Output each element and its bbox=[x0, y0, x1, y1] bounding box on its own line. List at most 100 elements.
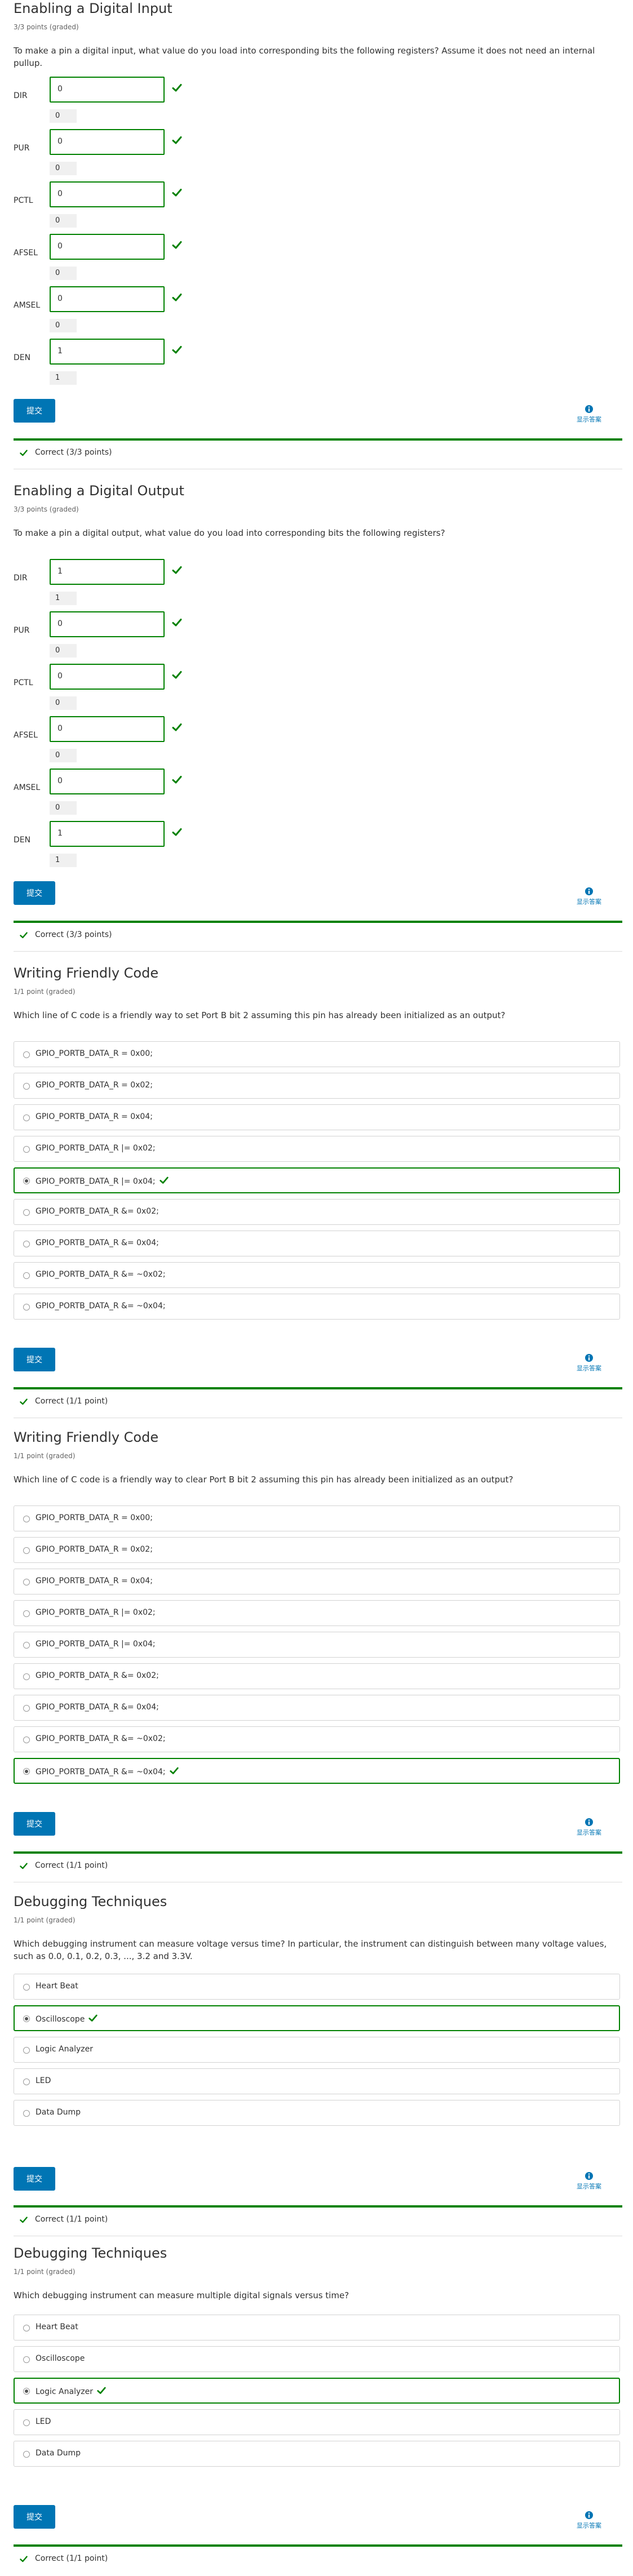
radio-icon[interactable] bbox=[23, 2419, 30, 2426]
answer-option[interactable]: Oscilloscope bbox=[14, 2346, 620, 2372]
answer-option-label: GPIO_PORTB_DATA_R = 0x02; bbox=[36, 1545, 153, 1554]
radio-icon[interactable] bbox=[23, 2078, 30, 2085]
answer-option[interactable]: Data Dump bbox=[14, 2441, 620, 2467]
radio-icon[interactable] bbox=[23, 1178, 30, 1184]
show-answer-button[interactable]: 显示答案 bbox=[569, 405, 609, 427]
answer-option[interactable]: Data Dump bbox=[14, 2100, 620, 2126]
radio-icon[interactable] bbox=[23, 2110, 30, 2117]
radio-icon[interactable] bbox=[23, 2388, 30, 2395]
answer-option[interactable]: GPIO_PORTB_DATA_R &= 0x04; bbox=[14, 1231, 620, 1256]
radio-icon[interactable] bbox=[23, 1547, 30, 1554]
answer-option[interactable]: Logic Analyzer bbox=[14, 2378, 620, 2404]
radio-icon[interactable] bbox=[23, 1610, 30, 1617]
answer-option[interactable]: GPIO_PORTB_DATA_R &= ~0x02; bbox=[14, 1726, 620, 1752]
register-input[interactable] bbox=[51, 717, 159, 740]
submit-button[interactable]: 提交 bbox=[14, 399, 55, 423]
answer-option-label: GPIO_PORTB_DATA_R |= 0x02; bbox=[36, 1144, 156, 1153]
problem-block: Enabling a Digital Output 3/3 points (gra… bbox=[0, 482, 633, 957]
register-input[interactable] bbox=[51, 183, 159, 205]
answer-option[interactable]: GPIO_PORTB_DATA_R |= 0x02; bbox=[14, 1136, 620, 1162]
answer-option[interactable]: Heart Beat bbox=[14, 1974, 620, 2000]
answer-option[interactable]: GPIO_PORTB_DATA_R |= 0x04; bbox=[14, 1632, 620, 1658]
radio-icon[interactable] bbox=[23, 1114, 30, 1121]
submit-button[interactable]: 提交 bbox=[14, 2505, 55, 2529]
answer-option[interactable]: Heart Beat bbox=[14, 2315, 620, 2340]
submit-button[interactable]: 提交 bbox=[14, 881, 55, 905]
answer-option[interactable]: GPIO_PORTB_DATA_R |= 0x02; bbox=[14, 1600, 620, 1626]
answer-option-wrap: LED bbox=[36, 2076, 51, 2085]
submitted-value: 0 bbox=[50, 109, 77, 123]
radio-icon[interactable] bbox=[23, 1768, 30, 1775]
radio-icon[interactable] bbox=[23, 1272, 30, 1279]
radio-icon[interactable] bbox=[23, 1051, 30, 1058]
answer-option[interactable]: Logic Analyzer bbox=[14, 2037, 620, 2063]
correct-divider bbox=[14, 921, 622, 923]
register-input[interactable] bbox=[51, 612, 159, 635]
register-input[interactable] bbox=[51, 560, 159, 583]
radio-icon[interactable] bbox=[23, 1304, 30, 1311]
radio-icon[interactable] bbox=[23, 1516, 30, 1522]
answer-option[interactable]: GPIO_PORTB_DATA_R = 0x02; bbox=[14, 1073, 620, 1099]
register-field-row: PUR 0 bbox=[14, 611, 239, 660]
answer-option[interactable]: GPIO_PORTB_DATA_R &= 0x02; bbox=[14, 1199, 620, 1225]
answer-option[interactable]: GPIO_PORTB_DATA_R &= ~0x02; bbox=[14, 1262, 620, 1288]
answer-option[interactable]: GPIO_PORTB_DATA_R |= 0x04; bbox=[14, 1167, 620, 1193]
answer-option[interactable]: GPIO_PORTB_DATA_R &= ~0x04; bbox=[14, 1758, 620, 1784]
answer-option-wrap: GPIO_PORTB_DATA_R = 0x02; bbox=[36, 1081, 153, 1090]
answer-option[interactable]: GPIO_PORTB_DATA_R = 0x02; bbox=[14, 1537, 620, 1563]
problem-question: To make a pin a digital output, what val… bbox=[14, 528, 445, 538]
answer-option[interactable]: GPIO_PORTB_DATA_R = 0x00; bbox=[14, 1041, 620, 1067]
check-icon bbox=[172, 828, 182, 836]
submit-button[interactable]: 提交 bbox=[14, 2167, 55, 2191]
info-circle-icon bbox=[585, 1818, 593, 1826]
problem-block: Debugging Techniques 1/1 point (graded) Wh… bbox=[0, 1893, 633, 2241]
submit-button[interactable]: 提交 bbox=[14, 1812, 55, 1836]
show-answer-button[interactable]: 显示答案 bbox=[569, 1818, 609, 1840]
register-input[interactable] bbox=[51, 287, 159, 310]
answer-option[interactable]: LED bbox=[14, 2409, 620, 2435]
radio-icon[interactable] bbox=[23, 1209, 30, 1216]
answer-option[interactable]: GPIO_PORTB_DATA_R &= 0x02; bbox=[14, 1663, 620, 1689]
radio-icon[interactable] bbox=[23, 1642, 30, 1649]
radio-icon[interactable] bbox=[23, 1673, 30, 1680]
register-input[interactable] bbox=[51, 130, 159, 153]
radio-icon[interactable] bbox=[23, 1241, 30, 1247]
answer-option[interactable]: GPIO_PORTB_DATA_R &= ~0x04; bbox=[14, 1294, 620, 1320]
radio-icon[interactable] bbox=[23, 1579, 30, 1585]
radio-icon[interactable] bbox=[23, 2325, 30, 2331]
radio-icon[interactable] bbox=[23, 2047, 30, 2054]
show-answer-button[interactable]: 显示答案 bbox=[569, 1353, 609, 1376]
radio-icon[interactable] bbox=[23, 2015, 30, 2022]
register-input[interactable] bbox=[51, 78, 159, 100]
status-text: Correct (3/3 points) bbox=[35, 930, 112, 939]
radio-icon[interactable] bbox=[23, 1705, 30, 1712]
radio-icon[interactable] bbox=[23, 2451, 30, 2458]
show-answer-button[interactable]: 显示答案 bbox=[569, 2511, 609, 2533]
answer-option[interactable]: GPIO_PORTB_DATA_R = 0x00; bbox=[14, 1505, 620, 1531]
status-notification: Correct (1/1 point) bbox=[14, 1855, 622, 1877]
radio-icon[interactable] bbox=[23, 1083, 30, 1090]
submit-button[interactable]: 提交 bbox=[14, 1348, 55, 1371]
show-answer-label: 显示答案 bbox=[577, 416, 601, 423]
radio-icon[interactable] bbox=[23, 2356, 30, 2363]
answer-option[interactable]: Oscilloscope bbox=[14, 2005, 620, 2031]
register-input[interactable] bbox=[51, 822, 159, 845]
radio-icon[interactable] bbox=[23, 1146, 30, 1153]
check-icon bbox=[172, 84, 182, 92]
register-input[interactable] bbox=[51, 770, 159, 792]
radio-icon[interactable] bbox=[23, 1736, 30, 1743]
register-field-row: PCTL 0 bbox=[14, 664, 239, 712]
answer-option[interactable]: GPIO_PORTB_DATA_R &= 0x04; bbox=[14, 1695, 620, 1721]
answer-option[interactable]: LED bbox=[14, 2068, 620, 2094]
radio-icon[interactable] bbox=[23, 1984, 30, 1991]
register-input[interactable] bbox=[51, 665, 159, 687]
answer-option[interactable]: GPIO_PORTB_DATA_R = 0x04; bbox=[14, 1104, 620, 1130]
show-answer-button[interactable]: 显示答案 bbox=[569, 887, 609, 909]
register-input[interactable] bbox=[51, 340, 159, 362]
answer-option[interactable]: GPIO_PORTB_DATA_R = 0x04; bbox=[14, 1569, 620, 1595]
answer-option-wrap: GPIO_PORTB_DATA_R &= 0x04; bbox=[36, 1238, 159, 1247]
answer-option-wrap: Logic Analyzer bbox=[36, 2386, 107, 2396]
answer-option-wrap: Heart Beat bbox=[36, 1982, 78, 1991]
register-input[interactable] bbox=[51, 235, 159, 257]
show-answer-button[interactable]: 显示答案 bbox=[569, 2171, 609, 2194]
